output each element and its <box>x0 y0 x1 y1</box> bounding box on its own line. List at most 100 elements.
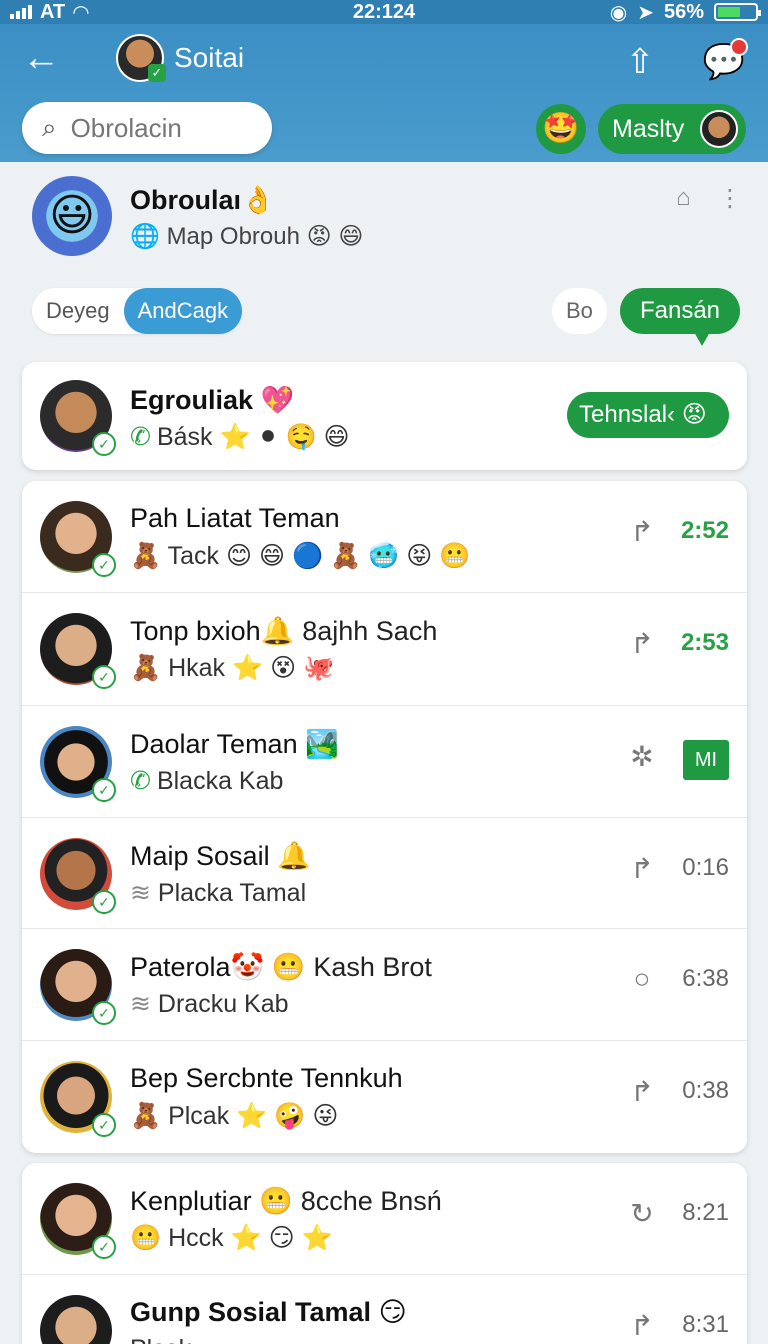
verified-icon: ✓ <box>92 432 116 456</box>
chat-preview: 🧸 Tack 😊 😄 🔵 🧸 🥶 😝 😬 <box>130 542 471 570</box>
chat-row[interactable]: ✓ Gunp Sosial Tamal 😏 Plcak ↱ 8:31 <box>22 1275 747 1344</box>
name-emoji: 🤡 😬 <box>230 952 306 982</box>
preview-emoji: ⭐ 😵 🐙 <box>232 654 335 682</box>
chat-list-card: ✓ Kenplutiar 😬 8cche Bnsń 😬 Hcck ⭐ 😏 ⭐ ↻ … <box>22 1163 747 1344</box>
name-emoji: 🔔 <box>277 841 311 871</box>
avatar: ✓ <box>40 838 116 914</box>
notification-dot <box>730 38 748 56</box>
name-emoji: 🏞️ <box>305 729 339 759</box>
chat-avatar[interactable]: ✓ <box>116 34 166 82</box>
avatar: ✓ <box>40 726 116 802</box>
more-options-icon[interactable]: ⋮ <box>718 184 742 213</box>
name-emoji: 😏 <box>378 1297 407 1327</box>
verified-icon: ✓ <box>92 665 116 689</box>
chat-bubble-icon[interactable]: 💬 <box>702 38 748 82</box>
chat-name: Gunp Sosial Tamal 😏 <box>130 1297 407 1327</box>
search-bar[interactable]: ⌕ <box>22 102 272 154</box>
shop-icon[interactable]: ⌂ <box>676 184 691 212</box>
alarm-icon: ◉ <box>609 1 628 24</box>
chip-andcagk[interactable]: AndCagk <box>123 288 243 334</box>
user-pill-label: Maslty <box>612 114 685 143</box>
forward-icon[interactable]: ↱ <box>622 1075 662 1108</box>
chat-row[interactable]: ✓ Daolar Teman 🏞️ ✆ Blacka Kab ✲ MI <box>22 706 747 818</box>
emoji-icon: 🧸 <box>130 1102 169 1130</box>
preview-emoji: ⭐ 😏 ⭐ <box>230 1224 333 1252</box>
verified-icon: ✓ <box>92 1235 116 1259</box>
name-emoji: 🔔 <box>260 616 295 646</box>
user-avatar <box>700 110 738 148</box>
search-icon: ⌕ <box>42 112 57 142</box>
forward-icon[interactable]: ↱ <box>622 627 662 660</box>
emoji-button[interactable]: 🤩 <box>536 104 586 154</box>
chat-preview: 😬 Hcck ⭐ 😏 ⭐ <box>130 1224 333 1252</box>
status-bar: AT ◠ 22:124 ◉ ➤ 56% <box>0 0 768 24</box>
chat-time: 8:31 <box>682 1311 729 1338</box>
share-icon[interactable]: ⇧ <box>618 42 662 82</box>
chip-deyeg[interactable]: Deyeg <box>32 288 124 334</box>
verified-icon: ✓ <box>92 778 116 802</box>
wave-icon: ≋ <box>130 990 158 1018</box>
chat-time: 2:52 <box>680 517 729 544</box>
settings-icon[interactable]: ✲ <box>622 740 662 773</box>
phone-icon: ✆ <box>130 767 151 795</box>
back-arrow-icon[interactable]: ← <box>22 38 66 82</box>
chat-name: Bep Sercbnte Tennkuh <box>130 1063 403 1093</box>
app-header: ← ✓ Soitai ⇧ 💬 ⌕ 🤩 Maslty <box>0 24 768 162</box>
chat-name: Egrouliak 💖 <box>130 385 295 415</box>
filter-chip-group: Deyeg AndCagk <box>32 288 243 334</box>
carrier-label: AT <box>40 0 66 23</box>
group-subtitle: 🌐 Map Obrouh 😡 😄 <box>130 223 364 250</box>
chat-time: 0:16 <box>682 854 729 881</box>
emoji-icon: 🧸 <box>130 542 168 570</box>
pinned-chat-row[interactable]: ✓ Egrouliak 💖 ✆ Básk ⭐ ⚫ 🤤 😄 Tehnslal‹ 😡 <box>22 362 747 470</box>
preview-emoji: ⭐ ⚫ 🤤 😄 <box>219 423 350 451</box>
chat-time: 8:21 <box>682 1199 729 1226</box>
group-subtitle-emoji: 😡 😄 <box>306 223 364 250</box>
chat-row[interactable]: ✓ Maip Sosail 🔔 ≋ Placka Tamal ↱ 0:16 <box>22 818 747 929</box>
group-avatar[interactable]: 😃 <box>32 176 112 256</box>
chat-preview: ✆ Básk ⭐ ⚫ 🤤 😄 <box>130 423 350 451</box>
circle-icon[interactable]: ○ <box>622 963 662 995</box>
verified-icon: ✓ <box>92 1001 116 1025</box>
chat-name: Maip Sosail 🔔 <box>130 841 311 871</box>
chat-row[interactable]: ✓ Tonp bxioh🔔 8ajhh Sach 🧸 Hkak ⭐ 😵 🐙 ↱ 2… <box>22 593 747 706</box>
pinned-chat-card[interactable]: ✓ Egrouliak 💖 ✆ Básk ⭐ ⚫ 🤤 😄 Tehnslal‹ 😡 <box>22 362 747 470</box>
chat-row[interactable]: ✓ Kenplutiar 😬 8cche Bnsń 😬 Hcck ⭐ 😏 ⭐ ↻ … <box>22 1163 747 1275</box>
phone-icon: ✆ <box>130 423 151 451</box>
chat-row[interactable]: ✓ Bep Sercbnte Tennkuh 🧸 Plcak ⭐ 🤪 😜 ↱ 0… <box>22 1041 747 1153</box>
avatar: ✓ <box>40 613 116 689</box>
chat-name: Kenplutiar 😬 8cche Bnsń <box>130 1186 442 1216</box>
avatar: ✓ <box>40 1295 112 1344</box>
wave-icon: ≋ <box>130 879 158 907</box>
user-pill-button[interactable]: Maslty <box>598 104 746 154</box>
pinned-action-button[interactable]: Tehnslal‹ 😡 <box>567 392 729 438</box>
group-name-emoji: 👌 <box>241 185 275 215</box>
chip-bo[interactable]: Bo <box>552 288 607 334</box>
chat-list-card: ✓ Pah Liatat Teman 🧸 Tack 😊 😄 🔵 🧸 🥶 😝 😬 … <box>22 481 747 1153</box>
battery-label: 56% <box>663 0 704 23</box>
signal-icon <box>10 5 32 19</box>
preview-emoji: ⭐ 🤪 😜 <box>236 1102 339 1130</box>
status-time: 22:124 <box>352 0 416 23</box>
name-emoji: 💖 <box>260 385 295 415</box>
forward-icon[interactable]: ↱ <box>622 852 662 885</box>
search-input[interactable] <box>70 112 241 144</box>
avatar: ✓ <box>40 380 116 456</box>
group-info: 😃 Obroulaı👌 🌐 Map Obrouh 😡 😄 ⌂ ⋮ <box>0 162 768 272</box>
forward-icon[interactable]: ↱ <box>622 515 662 548</box>
refresh-icon[interactable]: ↻ <box>622 1197 662 1230</box>
chip-fansan[interactable]: Fansán <box>620 288 740 346</box>
avatar: ✓ <box>40 501 116 577</box>
chat-preview: ≋ Placka Tamal <box>130 879 307 907</box>
chat-row[interactable]: ✓ Paterola🤡 😬 Kash Brot ≋ Dracku Kab ○ 6:… <box>22 929 747 1041</box>
chat-preview: ✆ Blacka Kab <box>130 767 284 795</box>
emoji-icon: 😬 <box>130 1224 169 1252</box>
globe-icon: 🌐 <box>130 223 160 250</box>
chat-row[interactable]: ✓ Pah Liatat Teman 🧸 Tack 😊 😄 🔵 🧸 🥶 😝 😬 … <box>22 481 747 593</box>
forward-icon[interactable]: ↱ <box>622 1309 662 1342</box>
avatar: ✓ <box>40 1183 116 1259</box>
battery-icon <box>714 3 761 21</box>
verified-icon: ✓ <box>92 553 116 577</box>
chat-title: Soitai <box>174 42 245 73</box>
preview-emoji: 😊 😄 🔵 🧸 🥶 😝 😬 <box>225 542 471 570</box>
